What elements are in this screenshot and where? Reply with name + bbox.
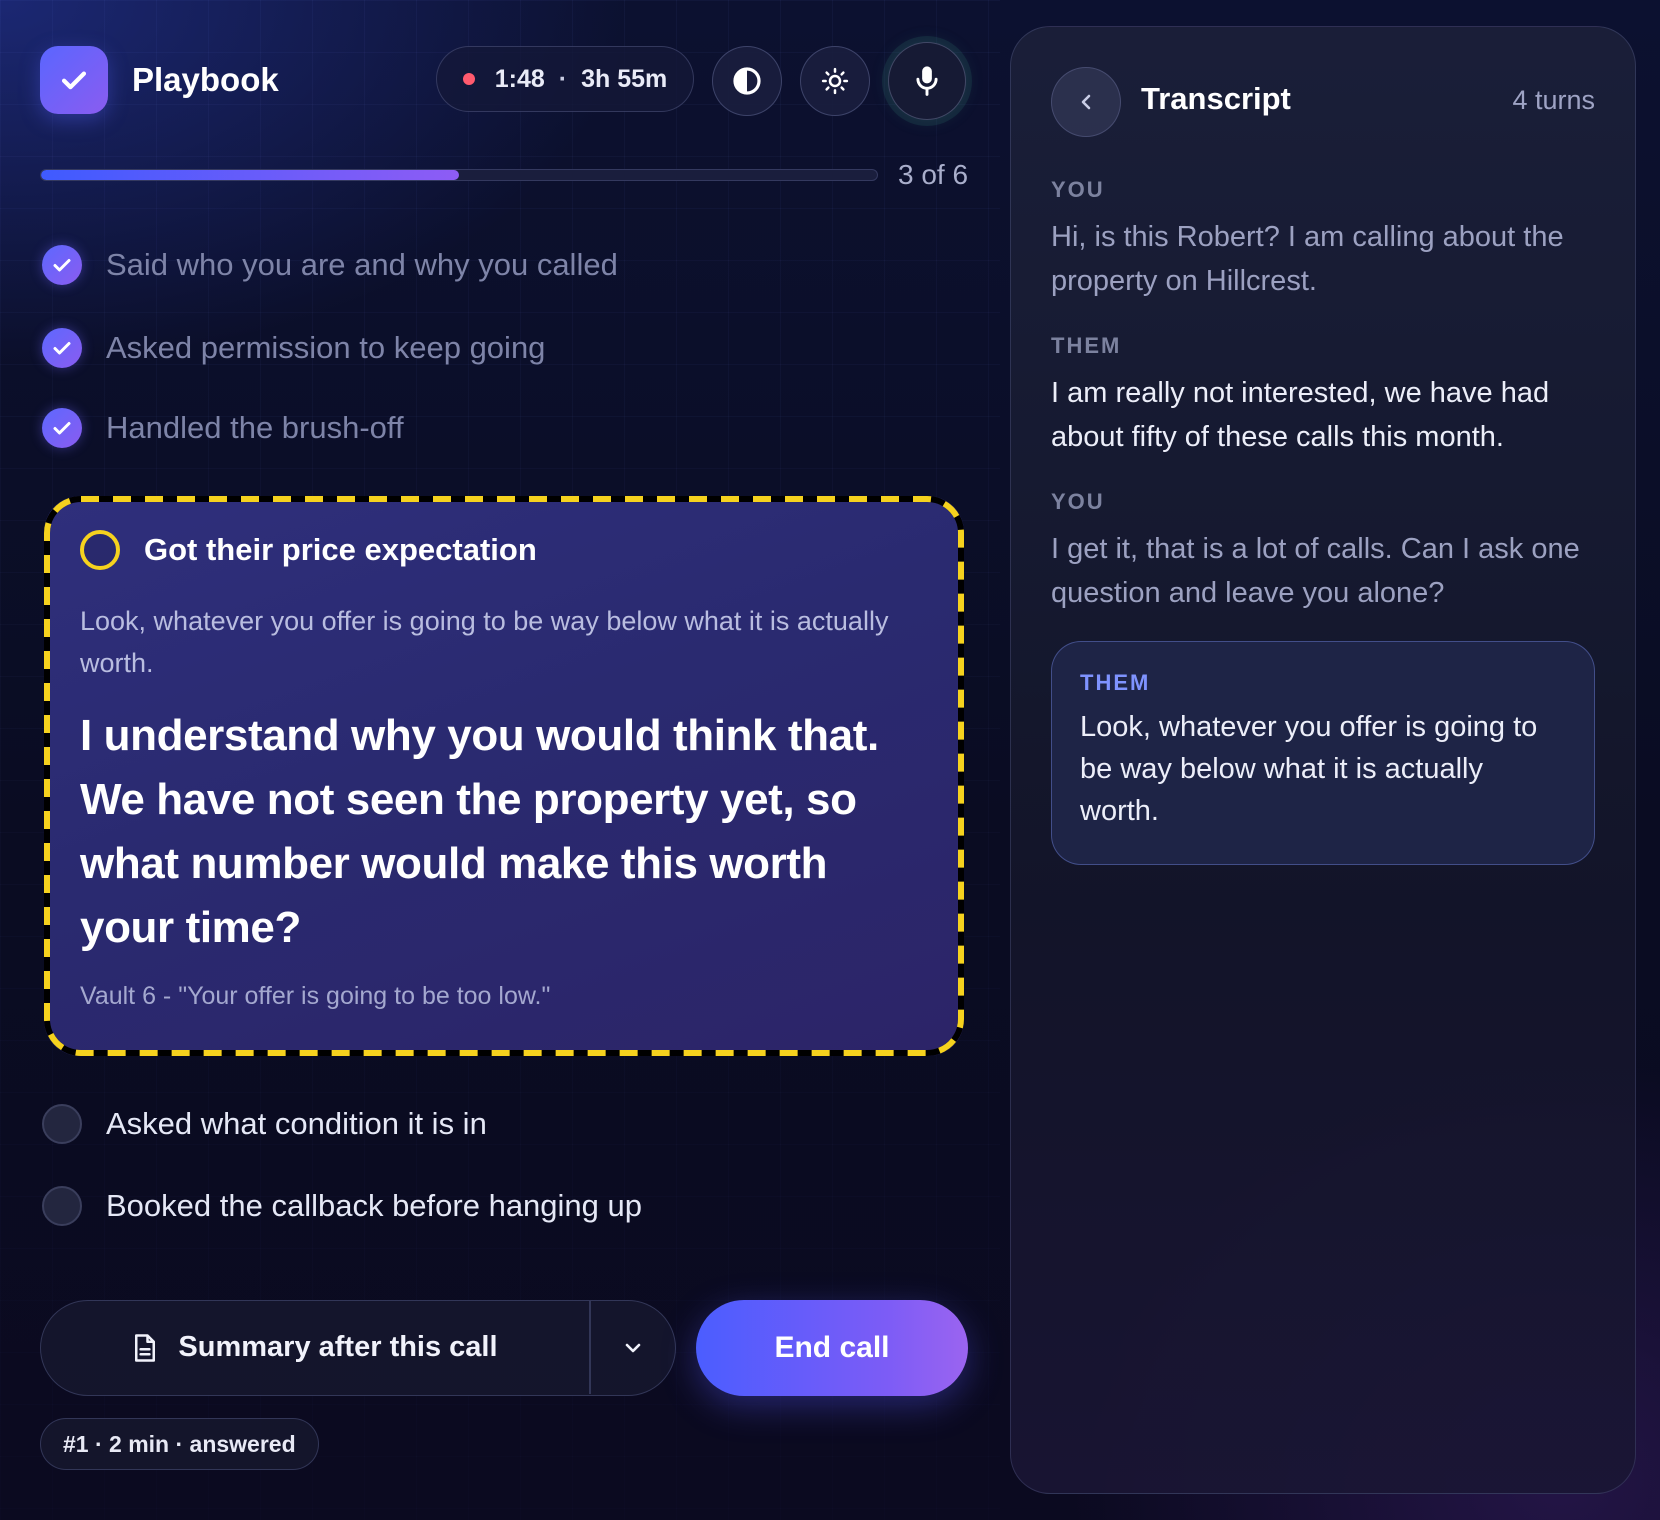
transcript-turn: YOU I get it, that is a lot of calls. Ca…: [1051, 489, 1601, 615]
brightness-button[interactable]: [800, 46, 870, 116]
step-item-callback[interactable]: Booked the callback before hanging up: [42, 1186, 642, 1226]
utterance-text: Hi, is this Robert? I am calling about t…: [1051, 221, 1564, 297]
transcript-title: Transcript: [1141, 81, 1291, 116]
summary-button[interactable]: Summary after this call: [41, 1301, 589, 1394]
summary-button-label: Summary after this call: [178, 1331, 498, 1363]
call-timer: 1:48 · 3h 55m: [436, 46, 694, 112]
step-item-introduction[interactable]: Said who you are and why you called: [42, 245, 618, 285]
check-icon: [61, 71, 87, 90]
step-checked-icon: [42, 408, 82, 448]
step-item-condition[interactable]: Asked what condition it is in: [42, 1104, 487, 1144]
step-label: Handled the brush-off: [106, 410, 404, 445]
transcript-turn: THEM I am really not interested, we have…: [1051, 333, 1601, 459]
summary-dropdown-button[interactable]: [591, 1301, 675, 1394]
step-label: Booked the callback before hanging up: [106, 1188, 643, 1223]
microphone-button[interactable]: [888, 42, 966, 120]
document-icon: [135, 1333, 156, 1362]
step-checked-icon: [42, 328, 82, 368]
app-window: Playbook 1:48 · 3h 55m 3 of 6 Said who y…: [0, 0, 1660, 1520]
app-title: Playbook: [132, 61, 279, 98]
transcript-live-turn: THEM Look, whatever you offer is going t…: [1051, 641, 1595, 865]
timer-separator: ·: [558, 64, 568, 93]
suggested-response: I understand why you would think that. W…: [80, 711, 879, 952]
transcript-back-button[interactable]: [1051, 67, 1121, 137]
speaker-label: YOU: [1051, 489, 1105, 514]
step-label: Asked what condition it is in: [106, 1106, 487, 1141]
transcript-panel: Transcript 4 turns YOU Hi, is this Rober…: [1010, 26, 1636, 1494]
contrast-toggle-button[interactable]: [712, 46, 782, 116]
elapsed-time: 1:48: [494, 64, 545, 93]
active-step-card[interactable]: Got their price expectation Look, whatev…: [44, 496, 964, 1056]
brand: Playbook: [40, 46, 279, 114]
end-call-button[interactable]: End call: [696, 1300, 968, 1396]
step-item-permission[interactable]: Asked permission to keep going: [42, 328, 545, 368]
utterance-text: I get it, that is a lot of calls. Can I …: [1051, 533, 1580, 609]
recording-indicator-icon: [462, 73, 475, 85]
response-source: Vault 6 - "Your offer is going to be too…: [80, 982, 551, 1010]
step-item-brush-off[interactable]: Handled the brush-off: [42, 408, 404, 448]
step-label: Asked permission to keep going: [106, 330, 546, 365]
step-progress-bar: [40, 169, 878, 181]
objection-quote: Look, whatever you offer is going to be …: [80, 606, 889, 678]
step-checked-icon: [42, 245, 82, 285]
step-pending-ring-icon: [80, 530, 120, 570]
speaker-label: THEM: [1080, 670, 1151, 695]
transcript-turn: YOU Hi, is this Robert? I am calling abo…: [1051, 177, 1601, 303]
step-progress-label: 3 of 6: [898, 159, 969, 190]
transcript-turn-count: 4 turns: [1512, 85, 1595, 115]
summary-split-button: Summary after this call: [40, 1300, 676, 1396]
chevron-down-icon: [625, 1343, 641, 1352]
speaker-label: THEM: [1051, 333, 1122, 358]
utterance-text: Look, whatever you offer is going to be …: [1080, 711, 1538, 827]
utterance-text: I am really not interested, we have had …: [1051, 377, 1550, 453]
active-step-header: Got their price expectation: [80, 530, 537, 570]
step-label: Said who you are and why you called: [106, 247, 618, 282]
step-progress-fill: [41, 170, 459, 180]
call-info-tag: #1 · 2 min · answered: [40, 1418, 319, 1470]
chevron-left-icon: [1081, 94, 1091, 110]
step-unchecked-icon: [42, 1186, 82, 1226]
brand-logo: [40, 46, 108, 114]
sun-icon: [821, 67, 849, 95]
step-unchecked-icon: [42, 1104, 82, 1144]
remaining-time: 3h 55m: [581, 64, 668, 93]
active-step-title: Got their price expectation: [144, 532, 537, 567]
contrast-icon: [733, 67, 761, 95]
microphone-icon: [916, 66, 938, 96]
speaker-label: YOU: [1051, 177, 1105, 202]
